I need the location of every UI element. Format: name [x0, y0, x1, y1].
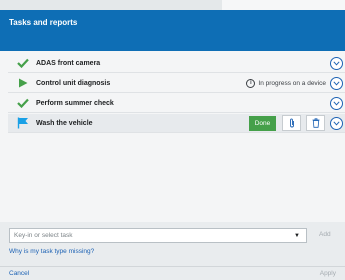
chevron-down-icon[interactable] — [330, 116, 343, 130]
apply-button[interactable]: Apply — [320, 270, 336, 277]
task-row-control-unit[interactable]: Control unit diagnosis i In progress on … — [8, 74, 345, 93]
task-progress: i In progress on a device — [246, 78, 326, 88]
select-placeholder: Key-in or select task — [14, 232, 73, 239]
top-tab-placeholder — [222, 0, 345, 10]
missing-task-type-link[interactable]: Why is my task type missing? — [9, 248, 94, 255]
task-row-wash-vehicle[interactable]: Wash the vehicle Done — [8, 114, 345, 133]
flag-icon — [16, 116, 30, 130]
delete-button[interactable] — [306, 115, 325, 131]
task-name: Control unit diagnosis — [36, 79, 111, 87]
chevron-down-icon[interactable] — [330, 76, 343, 90]
task-name: Wash the vehicle — [36, 119, 93, 127]
paperclip-icon — [289, 118, 294, 128]
action-bar: Cancel Apply — [0, 266, 345, 280]
dialog-header: Tasks and reports — [0, 10, 345, 51]
dialog-footer: Key-in or select task ▼ Add Why is my ta… — [0, 222, 345, 279]
info-icon: i — [246, 78, 256, 88]
task-select-input[interactable]: Key-in or select task ▼ — [9, 228, 307, 243]
trash-icon — [312, 118, 319, 128]
dialog-title: Tasks and reports — [9, 18, 78, 27]
top-strip — [0, 0, 345, 10]
dropdown-caret-icon[interactable]: ▼ — [294, 233, 300, 239]
cancel-button[interactable]: Cancel — [9, 270, 29, 277]
task-list-panel: ADAS front camera Control unit diagnosis… — [0, 51, 345, 223]
attach-button[interactable] — [282, 115, 301, 131]
play-icon — [16, 76, 30, 90]
check-icon — [16, 56, 30, 70]
chevron-down-icon[interactable] — [330, 96, 343, 110]
task-row-adas[interactable]: ADAS front camera — [8, 54, 345, 73]
task-name: ADAS front camera — [36, 59, 101, 67]
task-name: Perform summer check — [36, 99, 114, 107]
done-button[interactable]: Done — [249, 115, 276, 131]
chevron-down-icon[interactable] — [330, 56, 343, 70]
task-row-summer-check[interactable]: Perform summer check — [8, 94, 345, 113]
add-button[interactable]: Add — [319, 231, 331, 238]
progress-text: In progress on a device — [258, 79, 326, 87]
check-icon — [16, 96, 30, 110]
